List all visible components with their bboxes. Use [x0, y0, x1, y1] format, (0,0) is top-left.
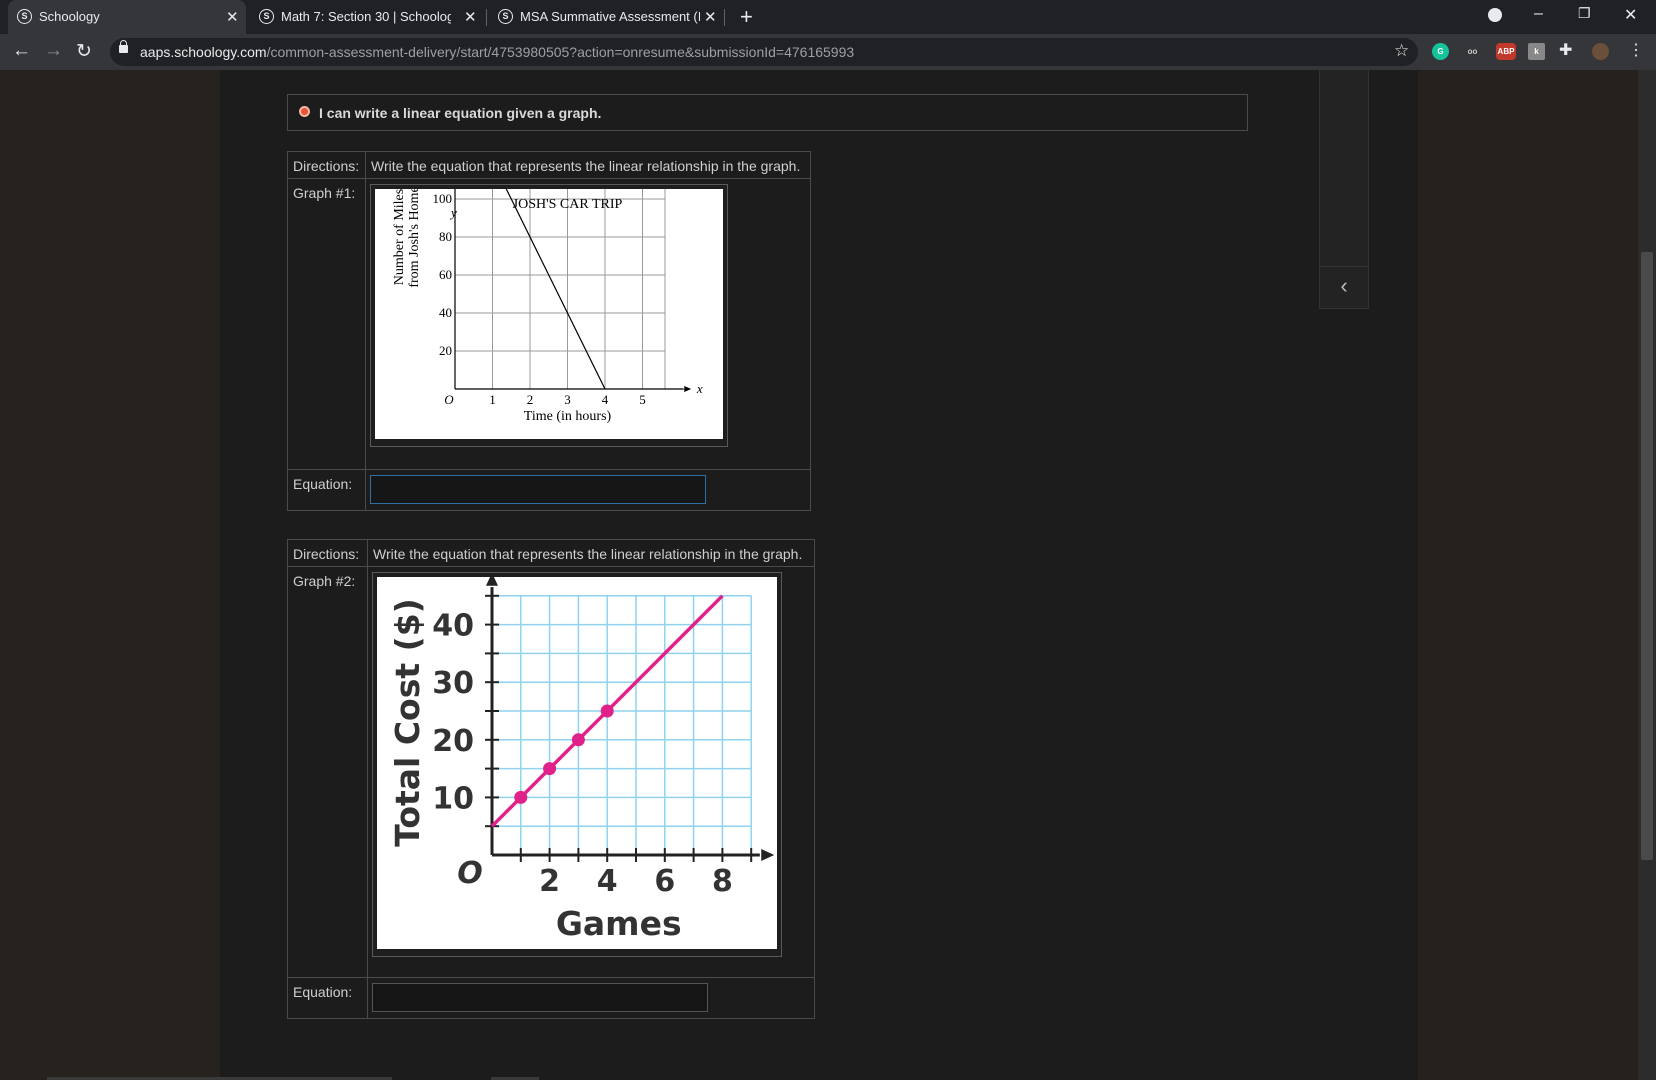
profile-menu-icon[interactable] — [1488, 8, 1502, 22]
y-tick-label: 10 — [432, 781, 474, 816]
tab-title: Schoology — [39, 9, 100, 24]
objective-text: I can write a linear equation given a gr… — [319, 105, 602, 121]
directions-text: Write the equation that represents the l… — [365, 151, 811, 179]
extension-icon[interactable]: k — [1528, 43, 1545, 60]
new-tab-icon[interactable]: + — [740, 4, 753, 30]
close-window-icon[interactable]: ✕ — [1624, 5, 1637, 25]
url-text[interactable]: aaps.schoology.com/common-assessment-del… — [140, 44, 854, 60]
extension-icon[interactable]: oo — [1464, 43, 1481, 60]
tab-separator — [486, 9, 487, 26]
side-panel: ‹ — [1319, 70, 1369, 309]
equation-input[interactable] — [372, 983, 708, 1012]
grammarly-icon[interactable]: G — [1432, 43, 1449, 60]
y-axis-label-line: from Josh's Home — [407, 189, 422, 288]
minimize-icon[interactable]: – — [1534, 5, 1543, 23]
x-axis-label: Time (in hours) — [524, 409, 612, 424]
browser-tab[interactable]: S MSA Summative Assessment (In ✕ — [489, 0, 719, 34]
y-tick-label: 20 — [432, 724, 474, 759]
x-tick-label: 8 — [712, 864, 733, 899]
lock-icon — [119, 40, 128, 53]
browser-tab[interactable]: S Math 7: Section 30 | Schoology ✕ — [250, 0, 480, 34]
adblock-icon[interactable]: ABP — [1496, 43, 1516, 60]
restore-icon[interactable]: ❐ — [1578, 5, 1591, 22]
equation-label: Equation: — [287, 977, 368, 1019]
x-tick-label: 1 — [489, 392, 496, 407]
data-point — [543, 762, 557, 776]
graph-label: Graph #2: — [287, 566, 368, 978]
y-tick-label: 80 — [439, 229, 452, 244]
tab-title: MSA Summative Assessment (In — [520, 9, 700, 24]
avatar[interactable] — [1592, 43, 1609, 60]
y-axis-name: y — [449, 205, 457, 220]
tab-title: Math 7: Section 30 | Schoology — [281, 9, 451, 24]
back-icon[interactable]: ← — [12, 40, 31, 62]
chart-title: JOSH'S CAR TRIP — [513, 197, 623, 212]
x-tick-label: 5 — [639, 392, 646, 407]
reload-icon[interactable]: ↻ — [76, 40, 92, 63]
y-tick-label: 20 — [439, 343, 452, 358]
bookmark-star-icon[interactable]: ☆ — [1394, 41, 1409, 61]
x-tick-label: 4 — [597, 864, 618, 899]
browser-toolbar: ← → ↻ aaps.schoology.com/common-assessme… — [0, 34, 1656, 70]
x-axis-label: Games — [556, 904, 682, 943]
directions-text: Write the equation that represents the l… — [367, 539, 815, 567]
y-tick-label: 60 — [439, 267, 452, 282]
y-tick-label: 40 — [439, 305, 452, 320]
origin-label: O — [457, 856, 483, 891]
target-icon — [299, 106, 310, 117]
schoology-icon: S — [259, 9, 274, 24]
josh-car-trip-chart: xy12345O20406080100120140160JOSH'S CAR T… — [375, 37, 723, 439]
y-axis-label: Number of Milesfrom Josh's Home — [392, 189, 422, 288]
graph-label: Graph #1: — [287, 178, 366, 470]
x-tick-label: 2 — [539, 864, 560, 899]
x-axis-name: x — [696, 381, 703, 396]
x-tick-label: 3 — [564, 392, 571, 407]
scrollbar-thumb[interactable] — [1641, 252, 1653, 860]
data-point — [571, 733, 585, 747]
address-bar[interactable]: aaps.schoology.com/common-assessment-del… — [110, 38, 1418, 66]
question-table: Directions: Write the equation that repr… — [287, 539, 815, 1019]
page-margin — [0, 70, 220, 1080]
browser-tab[interactable]: S Schoology ✕ — [8, 0, 246, 34]
question-table: Directions: Write the equation that repr… — [287, 37, 811, 511]
equation-input[interactable] — [370, 475, 706, 504]
y-axis-label: Total Cost ($) — [388, 598, 427, 847]
y-axis-label-line: Number of Miles — [392, 189, 407, 285]
menu-icon[interactable]: ⋮ — [1628, 40, 1644, 60]
chart-background — [375, 189, 723, 439]
graph-image: 2 4 6 8 O 10 20 30 40 Games Total Cost ($) — [372, 572, 782, 957]
schoology-icon: S — [498, 9, 513, 24]
graph-image: xy12345O20406080100120140160JOSH'S CAR T… — [370, 37, 728, 447]
data-point — [600, 704, 614, 718]
chevron-left-icon: ‹ — [1340, 273, 1348, 298]
y-tick-label: 100 — [433, 191, 453, 206]
close-icon[interactable]: ✕ — [704, 8, 717, 26]
learning-objective: I can write a linear equation given a gr… — [287, 94, 1248, 131]
close-icon[interactable]: ✕ — [464, 8, 477, 26]
page-margin — [1418, 70, 1638, 1080]
tab-separator — [724, 9, 725, 26]
total-cost-chart: 2 4 6 8 O 10 20 30 40 Games Total Cost ($) — [377, 572, 777, 949]
collapse-panel-button[interactable]: ‹ — [1320, 266, 1368, 309]
close-icon[interactable]: ✕ — [226, 8, 239, 26]
directions-label: Directions: — [287, 539, 368, 567]
equation-label: Equation: — [287, 469, 366, 511]
y-tick-label: 30 — [432, 666, 474, 701]
data-point — [514, 790, 528, 804]
x-tick-label: 4 — [602, 392, 609, 407]
forward-icon[interactable]: → — [44, 40, 63, 62]
y-tick-label: 40 — [432, 609, 474, 644]
extensions-puzzle-icon[interactable]: ✚ — [1559, 40, 1572, 60]
directions-label: Directions: — [287, 151, 366, 179]
schoology-icon: S — [17, 9, 32, 24]
x-tick-label: 2 — [527, 392, 534, 407]
origin-label: O — [444, 392, 454, 407]
browser-tab-strip: S Schoology ✕ S Math 7: Section 30 | Sch… — [0, 0, 1656, 34]
x-tick-label: 6 — [654, 864, 675, 899]
